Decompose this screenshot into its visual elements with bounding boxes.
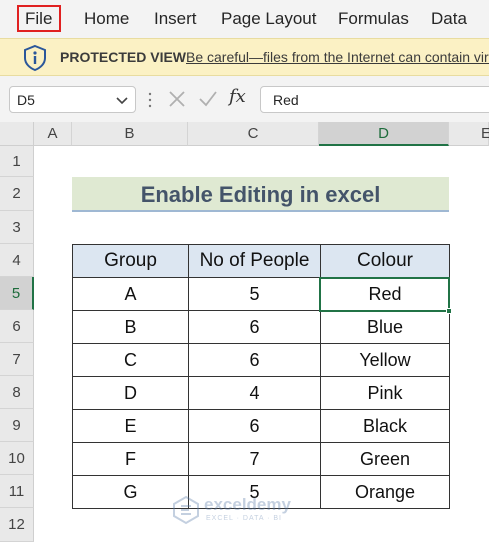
row-header-1[interactable]: 1 — [0, 146, 34, 177]
row-header-3[interactable]: 3 — [0, 211, 34, 244]
row-header-8[interactable]: 8 — [0, 376, 34, 409]
cell-people[interactable]: 7 — [188, 442, 321, 476]
drag-handle-icon[interactable] — [148, 90, 152, 110]
row-header-10[interactable]: 10 — [0, 442, 34, 475]
row-header-11[interactable]: 11 — [0, 475, 34, 508]
cell-people[interactable]: 6 — [188, 310, 321, 344]
file-highlight-box — [17, 5, 61, 32]
cell-people[interactable]: 5 — [188, 277, 321, 311]
table-row: D 4 Pink — [72, 376, 450, 410]
menu-home[interactable]: Home — [84, 9, 129, 29]
formula-value: Red — [273, 92, 299, 108]
watermark-subtitle: EXCEL · DATA · BI — [206, 515, 282, 522]
col-header-b[interactable]: B — [72, 122, 188, 146]
cell-people[interactable]: 6 — [188, 409, 321, 443]
header-no-of-people[interactable]: No of People — [188, 244, 321, 278]
exceldemy-watermark: exceldemy EXCEL · DATA · BI — [172, 495, 291, 530]
insert-function-button[interactable]: fx — [229, 86, 246, 107]
row-header-4[interactable]: 4 — [0, 244, 34, 277]
sheet-title[interactable]: Enable Editing in excel — [72, 177, 449, 212]
worksheet-grid[interactable]: A B C D E 1 2 3 4 5 6 7 8 9 10 11 12 Ena… — [0, 122, 489, 542]
table-row: E 6 Black — [72, 409, 450, 443]
cell-group[interactable]: F — [72, 442, 189, 476]
row-header-2[interactable]: 2 — [0, 177, 34, 211]
cell-colour[interactable]: Pink — [320, 376, 450, 410]
menu-data[interactable]: Data — [431, 9, 467, 29]
header-group[interactable]: Group — [72, 244, 189, 278]
menu-formulas[interactable]: Formulas — [338, 9, 409, 29]
menu-bar: File Home Insert Page Layout Formulas Da… — [0, 0, 489, 38]
watermark-name: exceldemy — [204, 495, 291, 514]
table-header-row: Group No of People Colour — [72, 244, 450, 278]
protected-view-title: PROTECTED VIEW — [60, 49, 187, 65]
select-all-corner[interactable] — [0, 122, 34, 146]
row-header-9[interactable]: 9 — [0, 409, 34, 442]
cell-colour[interactable]: Green — [320, 442, 450, 476]
cell-colour[interactable]: Yellow — [320, 343, 450, 377]
cell-group[interactable]: C — [72, 343, 189, 377]
col-header-a[interactable]: A — [34, 122, 72, 146]
exceldemy-logo-icon — [173, 495, 199, 525]
menu-insert[interactable]: Insert — [154, 9, 197, 29]
row-header-5[interactable]: 5 — [0, 277, 34, 310]
cell-colour[interactable]: Black — [320, 409, 450, 443]
cell-people[interactable]: 6 — [188, 343, 321, 377]
cell-group[interactable]: E — [72, 409, 189, 443]
name-box-value: D5 — [17, 92, 35, 108]
cell-group[interactable]: D — [72, 376, 189, 410]
formula-bar: D5 fx Red — [0, 76, 489, 122]
table-row: F 7 Green — [72, 442, 450, 476]
cell-people[interactable]: 4 — [188, 376, 321, 410]
menu-page-layout[interactable]: Page Layout — [221, 9, 316, 29]
cancel-icon[interactable] — [168, 90, 186, 108]
table-row: A 5 Red — [72, 277, 450, 311]
header-colour[interactable]: Colour — [320, 244, 450, 278]
table-row: C 6 Yellow — [72, 343, 450, 377]
shield-info-icon — [24, 44, 46, 72]
col-header-d[interactable]: D — [319, 122, 449, 146]
chevron-down-icon[interactable] — [115, 93, 129, 107]
data-table: Group No of People Colour A 5 Red B 6 Bl… — [72, 244, 450, 509]
row-header-12[interactable]: 12 — [0, 508, 34, 542]
row-header-6[interactable]: 6 — [0, 310, 34, 343]
name-box[interactable]: D5 — [9, 86, 136, 113]
formula-input[interactable]: Red — [260, 86, 489, 113]
cell-colour[interactable]: Orange — [320, 475, 450, 509]
protected-view-message[interactable]: Be careful—files from the Internet can c… — [186, 49, 489, 65]
table-row: B 6 Blue — [72, 310, 450, 344]
cell-group[interactable]: A — [72, 277, 189, 311]
row-header-7[interactable]: 7 — [0, 343, 34, 376]
protected-view-bar: PROTECTED VIEW Be careful—files from the… — [0, 38, 489, 76]
col-header-e[interactable]: E — [449, 122, 489, 146]
cell-colour[interactable]: Blue — [320, 310, 450, 344]
cell-group[interactable]: B — [72, 310, 189, 344]
col-header-c[interactable]: C — [188, 122, 319, 146]
cell-colour[interactable]: Red — [320, 277, 450, 311]
enter-check-icon[interactable] — [198, 90, 218, 108]
